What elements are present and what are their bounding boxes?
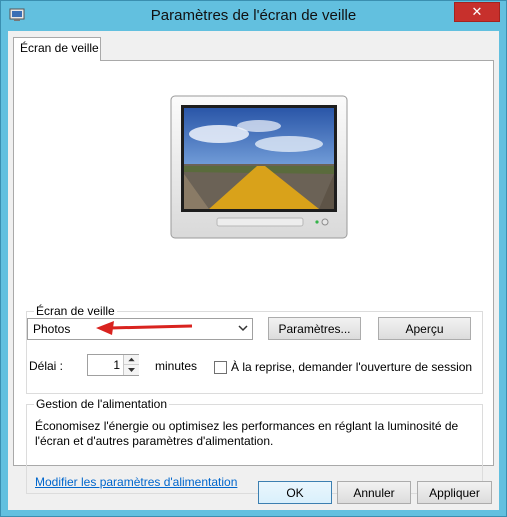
spin-down-icon[interactable]: [124, 365, 139, 375]
delay-value[interactable]: 1: [113, 358, 120, 372]
power-group-label: Gestion de l'alimentation: [34, 397, 170, 411]
power-description-line2: l'écran et d'autres paramètres d'aliment…: [35, 434, 274, 448]
cancel-button[interactable]: Annuler: [337, 481, 411, 504]
delay-unit: minutes: [155, 359, 198, 373]
power-description-line1: Économisez l'énergie ou optimisez les pe…: [35, 419, 459, 433]
screensaver-select-value: Photos: [33, 322, 71, 336]
tab-panel: Écran de veille Photos Paramètres... Ape…: [13, 60, 494, 494]
close-icon: ✕: [471, 4, 483, 19]
preview-button[interactable]: Aperçu: [378, 317, 471, 340]
dialog-window: Paramètres de l'écran de veille ✕ Écran …: [0, 0, 507, 517]
monitor-preview: [170, 95, 348, 239]
window-title: Paramètres de l'écran de veille: [150, 7, 357, 24]
settings-button[interactable]: Paramètres...: [268, 317, 361, 340]
tab-screensaver[interactable]: Écran de veille: [13, 37, 101, 61]
dialog-client: Écran de veille Écran de veille Photos P…: [8, 31, 499, 510]
screensaver-group-label: Écran de veille: [34, 304, 117, 318]
delay-stepper[interactable]: 1: [87, 354, 139, 376]
chevron-down-icon: [238, 325, 248, 332]
title-bar[interactable]: Paramètres de l'écran de veille ✕: [1, 1, 506, 31]
apply-button[interactable]: Appliquer: [417, 481, 492, 504]
resume-checkbox-label[interactable]: À la reprise, demander l'ouverture de se…: [231, 360, 472, 374]
ok-button[interactable]: OK: [258, 481, 332, 504]
delay-spin-buttons: [123, 355, 139, 375]
delay-label: Délai :: [29, 359, 64, 373]
close-button[interactable]: ✕: [454, 2, 500, 22]
power-settings-link[interactable]: Modifier les paramètres d'alimentation: [35, 475, 237, 489]
red-arrow-annotation: [96, 321, 193, 335]
spin-up-icon[interactable]: [124, 355, 139, 365]
resume-checkbox[interactable]: [214, 361, 227, 374]
